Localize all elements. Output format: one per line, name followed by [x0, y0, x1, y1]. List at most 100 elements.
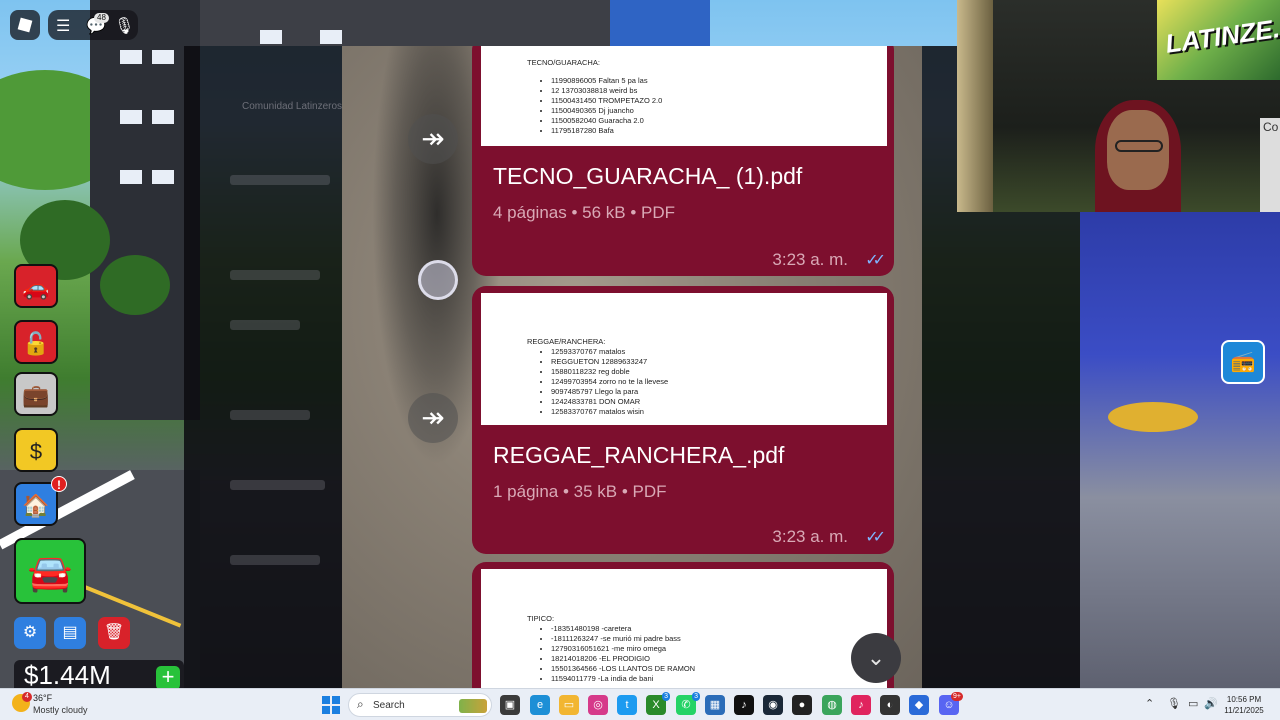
car-crash-icon[interactable]: 🚗: [14, 264, 58, 308]
preview-line: 15501364566 -LOS LLANTOS DE RAMON: [551, 664, 887, 674]
dollar-icon[interactable]: $: [14, 428, 58, 472]
roblox-logo-button[interactable]: [10, 10, 40, 40]
pdf-message[interactable]: REGGAE/RANCHERA: 12593370767 matalos REG…: [472, 286, 894, 554]
pdf-message[interactable]: TIPICO: -18351480198 -caretera -18111263…: [472, 562, 894, 688]
preview-line: -18351480198 -caretera: [551, 624, 887, 634]
xbox-icon[interactable]: X3: [646, 692, 670, 715]
microphone-icon[interactable]: 🎙: [114, 16, 134, 36]
preview-line: 12593370767 matalos: [551, 347, 887, 357]
search-label: Search: [373, 700, 405, 711]
notification-badge: 48: [94, 13, 109, 23]
side-panel: Co: [1260, 118, 1280, 212]
scroll-down-button[interactable]: ⌄: [851, 633, 901, 683]
umbrella: [1108, 402, 1198, 432]
app-icon[interactable]: ◐: [880, 695, 900, 715]
preview-line: 12790316051621 -me miro omega: [551, 644, 887, 654]
discord-icon[interactable]: ☺ 9+: [939, 692, 963, 715]
touch-indicator: [418, 260, 458, 300]
start-button[interactable]: [322, 696, 340, 714]
clock-date: 11/21/2025: [1224, 706, 1264, 715]
channel-row: [230, 175, 330, 185]
tiktok-icon[interactable]: ♪: [734, 695, 754, 715]
preview-line: 12 13703038818 weird bs: [551, 86, 887, 96]
file-meta: 1 página • 35 kB • PDF: [493, 482, 667, 501]
preview-line: 11990896005 Faltan 5 pa las: [551, 76, 887, 86]
preview-line: 12424833781 DON OMAR: [551, 397, 887, 407]
roblox-icon[interactable]: ◆: [909, 695, 929, 715]
preview-line: 15880118232 reg doble: [551, 367, 887, 377]
forward-icon[interactable]: ↠: [408, 114, 458, 164]
task-view-icon[interactable]: ▣: [500, 695, 520, 715]
read-receipt-icon: ✓✓: [865, 252, 886, 269]
garage-icon[interactable]: 🏠: [14, 482, 58, 526]
file-name: REGGAE_RANCHERA_.pdf: [493, 442, 785, 468]
file-explorer-icon[interactable]: ▭: [559, 695, 579, 715]
preview-line: 12583370767 matalos wisin: [551, 407, 887, 417]
read-receipt-icon: ✓✓: [865, 529, 886, 546]
discord-server-title: Comunidad Latinzeros: [242, 101, 343, 112]
gear-icon[interactable]: ⚙: [14, 617, 46, 649]
preview-heading: REGGAE/RANCHERA:: [527, 337, 606, 346]
forward-icon[interactable]: ↠: [408, 393, 458, 443]
radio-icon[interactable]: 📻: [1221, 340, 1265, 384]
webcam-feed: LATINZE... Co: [957, 0, 1280, 212]
search-highlight-image: [459, 699, 487, 713]
add-funds-button[interactable]: +: [156, 666, 180, 690]
preview-heading: TIPICO:: [527, 614, 555, 623]
trash-icon[interactable]: 🗑: [98, 617, 130, 649]
preview-line: 11795187280 Bafa: [551, 126, 887, 136]
lock-icon[interactable]: 🔓: [14, 320, 58, 364]
taskbar-search[interactable]: ⌕ Search: [348, 693, 492, 717]
channel-row: [230, 270, 320, 280]
channel-row: [230, 410, 310, 420]
vehicle-spawn-button[interactable]: 🚘: [14, 538, 86, 604]
tower: [610, 0, 710, 46]
preview-line: -18111263247 -se murió mi padre bass: [551, 634, 887, 644]
briefcase-icon[interactable]: 💼: [14, 372, 58, 416]
pdf-preview[interactable]: REGGAE/RANCHERA: 12593370767 matalos REG…: [481, 293, 887, 425]
system-clock[interactable]: 10:56 PM 11/21/2025: [1222, 694, 1266, 716]
tiktok-live-icon[interactable]: ♪: [851, 695, 871, 715]
chrome-icon[interactable]: ◍: [822, 695, 842, 715]
streamer-glasses: [1115, 140, 1163, 152]
preview-line: 11500431450 TROMPETAZO 2.0: [551, 96, 887, 106]
instagram-icon[interactable]: ◎: [588, 695, 608, 715]
network-icon[interactable]: ▭: [1188, 697, 1198, 710]
building-top: [200, 0, 610, 46]
tree: [100, 255, 170, 315]
hamburger-icon[interactable]: ☰: [56, 16, 70, 36]
windows-taskbar: 4 36°F Mostly cloudy ⌕ Search ▣ e ▭ ◎ t …: [0, 688, 1280, 720]
roblox-menu-bar: ☰ 💬 🎙: [48, 10, 138, 40]
pdf-preview[interactable]: TECNO/GUARACHA: 11990896005 Faltan 5 pa …: [481, 46, 887, 146]
message-time: 3:23 a. m.: [772, 527, 848, 546]
volume-icon[interactable]: 🔊: [1204, 697, 1218, 710]
steam-icon[interactable]: ◉: [763, 695, 783, 715]
preview-line: 11594011779 -La india de bani: [551, 674, 887, 684]
garage-list-icon[interactable]: ▤: [54, 617, 86, 649]
search-icon: ⌕: [357, 697, 364, 711]
obs-icon[interactable]: ●: [792, 695, 812, 715]
pdf-message[interactable]: TECNO/GUARACHA: 11990896005 Faltan 5 pa …: [472, 46, 894, 276]
weather-description[interactable]: Mostly cloudy: [33, 705, 88, 715]
chevron-up-icon[interactable]: ⌃: [1145, 697, 1154, 710]
whatsapp-icon[interactable]: ✆ 3: [676, 692, 700, 715]
clock-time: 10:56 PM: [1226, 695, 1262, 704]
game-viewport-right: [1080, 212, 1280, 688]
microphone-tray-icon[interactable]: 🎙: [1167, 697, 1181, 710]
balance-display: $1.44M +: [14, 660, 184, 690]
wall-graffiti: LATINZE...: [1157, 0, 1280, 80]
preview-line: 12499703954 zorro no te la llevese: [551, 377, 887, 387]
channel-row: [230, 555, 320, 565]
phone-chat-screen: ↠ ↠ TECNO/GUARACHA: 11990896005 Faltan 5…: [342, 46, 922, 688]
edge-icon[interactable]: e: [530, 695, 550, 715]
store-icon[interactable]: ▦: [705, 695, 725, 715]
preview-line: 11500582040 Guaracha 2.0: [551, 116, 887, 126]
graffiti-text: LATINZE...: [1163, 11, 1280, 59]
pdf-preview[interactable]: TIPICO: -18351480198 -caretera -18111263…: [481, 569, 887, 688]
balance-amount: $1.44M: [24, 660, 111, 690]
twitter-icon[interactable]: t: [617, 695, 637, 715]
preview-line: REGGUETON 12889633247: [551, 357, 887, 367]
weather-temperature[interactable]: 36°F: [33, 693, 52, 703]
preview-line: 9097485797 Llego la para: [551, 387, 887, 397]
weather-badge: 4: [22, 692, 32, 702]
